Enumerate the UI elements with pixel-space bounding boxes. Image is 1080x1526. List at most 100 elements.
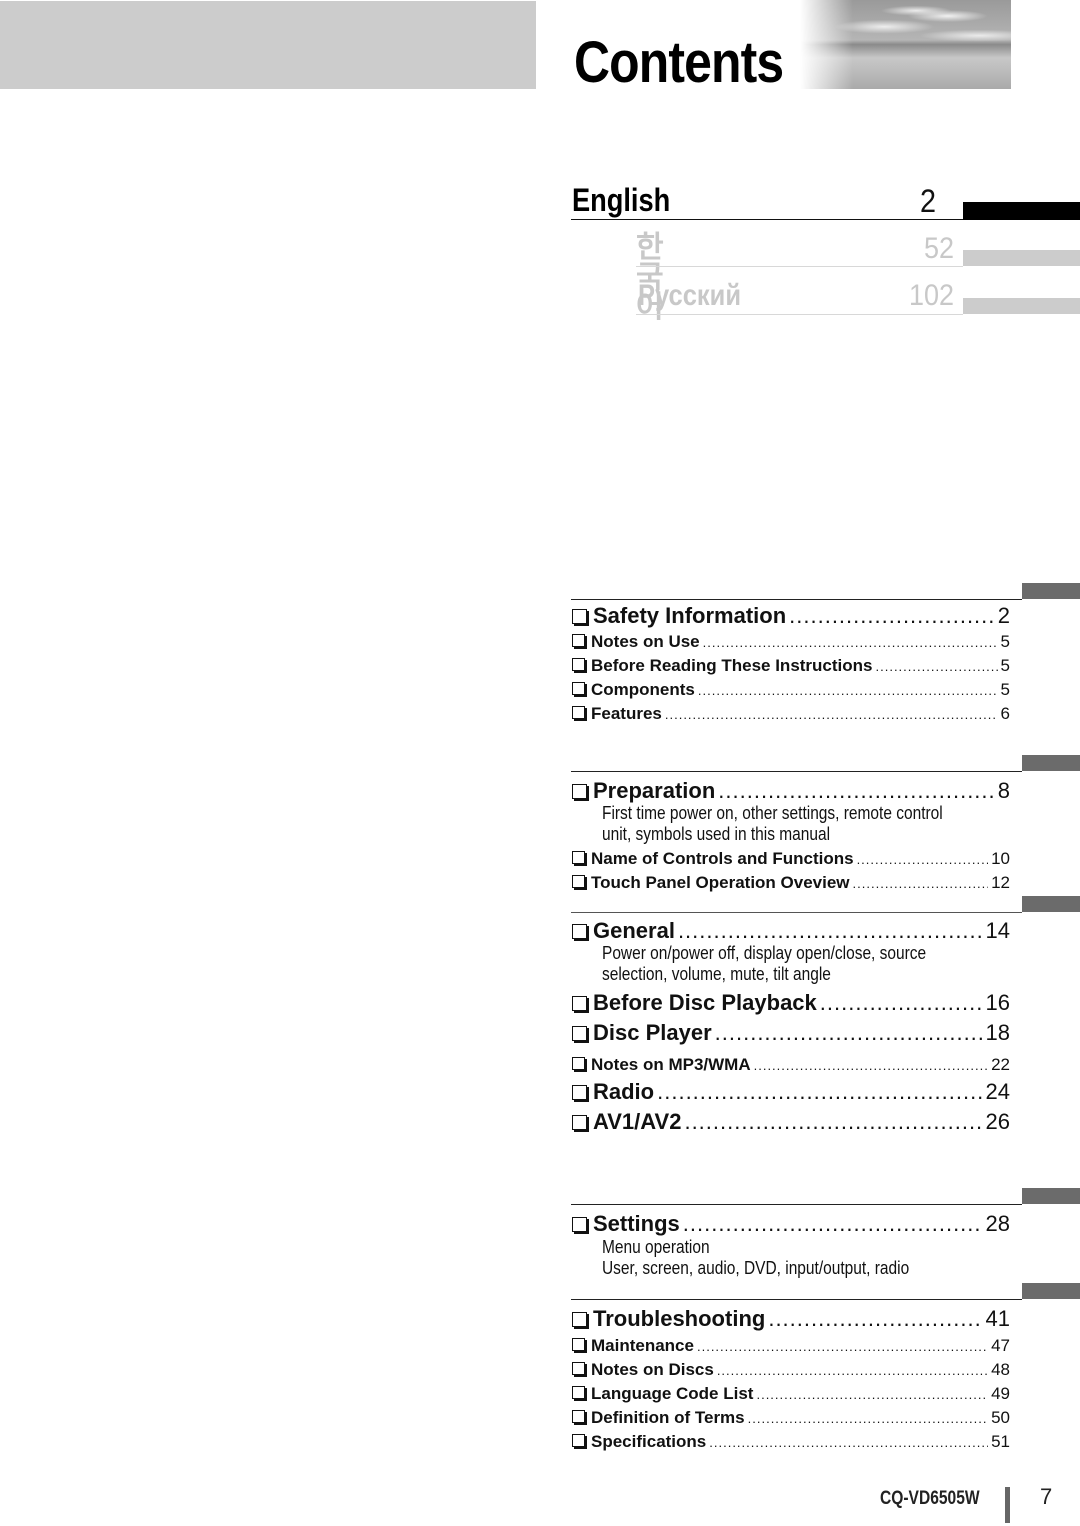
leader-dots	[665, 707, 998, 722]
leader-dots	[718, 778, 994, 804]
toc-page: 10	[991, 849, 1010, 868]
toc-item-radio[interactable]: Radio 24	[572, 1079, 1010, 1105]
checkbox-icon	[572, 1410, 585, 1423]
toc-page: 50	[991, 1408, 1010, 1427]
toc-item-components[interactable]: Components 5	[572, 680, 1010, 700]
toc-item-troubleshooting[interactable]: Troubleshooting 41	[572, 1306, 1010, 1332]
checkbox-icon	[572, 996, 587, 1011]
checkbox-icon	[572, 1217, 587, 1232]
toc-description: Menu operation User, screen, audio, DVD,…	[602, 1237, 909, 1279]
toc-item-touch-panel[interactable]: Touch Panel Operation Oveview 12	[572, 873, 1010, 893]
toc-item-before-reading[interactable]: Before Reading These Instructions 5	[572, 656, 1010, 676]
toc-page: 26	[985, 1109, 1010, 1134]
section-tab	[1022, 1188, 1080, 1204]
description-line: Menu operation	[602, 1237, 710, 1257]
description-line: unit, symbols used in this manual	[602, 824, 831, 844]
checkbox-icon	[572, 682, 585, 695]
checkbox-icon	[572, 924, 587, 939]
section-divider	[571, 1299, 1022, 1300]
toc-item-notes-on-use[interactable]: Notes on Use 5	[572, 632, 1010, 652]
section-tab	[1022, 755, 1080, 771]
leader-dots	[748, 1411, 988, 1426]
description-line: selection, volume, mute, tilt angle	[602, 964, 831, 984]
leader-dots	[683, 1211, 983, 1237]
toc-title: Before Reading These Instructions	[591, 656, 873, 675]
leader-dots	[697, 1339, 988, 1354]
page-title: Contents	[574, 30, 784, 95]
language-page: 2	[919, 183, 936, 219]
language-page: 102	[908, 279, 954, 312]
toc-item-notes-on-discs[interactable]: Notes on Discs 48	[572, 1360, 1010, 1380]
toc-title: Troubleshooting	[593, 1306, 766, 1331]
checkbox-icon	[572, 706, 585, 719]
toc-item-notes-on-mp3-wma[interactable]: Notes on MP3/WMA 22	[572, 1055, 1010, 1075]
toc-item-definition-of-terms[interactable]: Definition of Terms 50	[572, 1408, 1010, 1428]
page-number: 7	[1040, 1484, 1053, 1509]
section-divider	[571, 771, 1022, 772]
toc-page: 5	[1000, 632, 1010, 651]
leader-dots	[684, 1109, 982, 1135]
toc-page: 28	[985, 1211, 1010, 1236]
checkbox-icon	[572, 1386, 585, 1399]
toc-page: 5	[1000, 656, 1010, 675]
toc-title: Notes on Discs	[591, 1360, 714, 1379]
toc-page: 5	[1000, 680, 1010, 699]
toc-page: 14	[985, 918, 1010, 943]
leader-dots	[709, 1435, 988, 1450]
toc-item-av1-av2[interactable]: AV1/AV2 26	[572, 1109, 1010, 1135]
toc-item-disc-player[interactable]: Disc Player 18	[572, 1020, 1010, 1046]
checkbox-icon	[572, 784, 587, 799]
toc-title: Preparation	[593, 778, 716, 803]
toc-title: Language Code List	[591, 1384, 754, 1403]
leader-dots	[698, 683, 998, 698]
toc-page: 6	[1000, 704, 1010, 723]
toc-page: 51	[991, 1432, 1010, 1451]
checkbox-icon	[572, 1312, 587, 1327]
checkbox-icon	[572, 1026, 587, 1041]
toc-item-general[interactable]: General 14	[572, 918, 1010, 944]
language-name: English	[572, 182, 671, 218]
checkbox-icon	[572, 875, 585, 888]
checkbox-icon	[572, 658, 585, 671]
toc-item-before-disc-playback[interactable]: Before Disc Playback 16	[572, 990, 1010, 1016]
toc-title: Settings	[593, 1211, 680, 1236]
toc-page: 49	[991, 1384, 1010, 1403]
header-band	[0, 1, 536, 89]
section-divider	[571, 1204, 1022, 1205]
language-tab[interactable]	[963, 250, 1080, 266]
leader-dots	[657, 1079, 982, 1105]
language-tab[interactable]	[963, 298, 1080, 314]
toc-title: General	[593, 918, 675, 943]
toc-title: Notes on Use	[591, 632, 700, 651]
checkbox-icon	[572, 634, 585, 647]
leader-dots	[703, 635, 998, 650]
toc-item-features[interactable]: Features 6	[572, 704, 1010, 724]
toc-title: Name of Controls and Functions	[591, 849, 854, 868]
toc-page: 22	[991, 1055, 1010, 1074]
divider	[636, 314, 963, 315]
toc-item-maintenance[interactable]: Maintenance 47	[572, 1336, 1010, 1356]
leader-dots	[717, 1363, 988, 1378]
toc-title: Specifications	[591, 1432, 707, 1451]
toc-title: Radio	[593, 1079, 655, 1104]
leader-dots	[756, 1387, 988, 1402]
toc-item-preparation[interactable]: Preparation 8	[572, 778, 1010, 804]
checkbox-icon	[572, 1362, 585, 1375]
toc-item-name-of-controls[interactable]: Name of Controls and Functions 10	[572, 849, 1010, 869]
toc-title: Features	[591, 704, 662, 723]
leader-dots	[768, 1306, 982, 1332]
description-line: First time power on, other settings, rem…	[602, 803, 943, 823]
toc-item-language-code-list[interactable]: Language Code List 49	[572, 1384, 1010, 1404]
toc-title: Components	[591, 680, 695, 699]
toc-description: First time power on, other settings, rem…	[602, 803, 943, 845]
description-line: User, screen, audio, DVD, input/output, …	[602, 1258, 910, 1278]
toc-item-specifications[interactable]: Specifications 51	[572, 1432, 1010, 1452]
section-tab	[1022, 583, 1080, 599]
toc-title: Safety Information	[593, 603, 787, 628]
language-tab-active[interactable]	[963, 202, 1080, 220]
toc-item-safety-information[interactable]: Safety Information 2	[572, 603, 1010, 629]
toc-item-settings[interactable]: Settings 28	[572, 1211, 1010, 1237]
toc-page: 48	[991, 1360, 1010, 1379]
checkbox-icon	[572, 851, 585, 864]
section-tab	[1022, 1283, 1080, 1299]
